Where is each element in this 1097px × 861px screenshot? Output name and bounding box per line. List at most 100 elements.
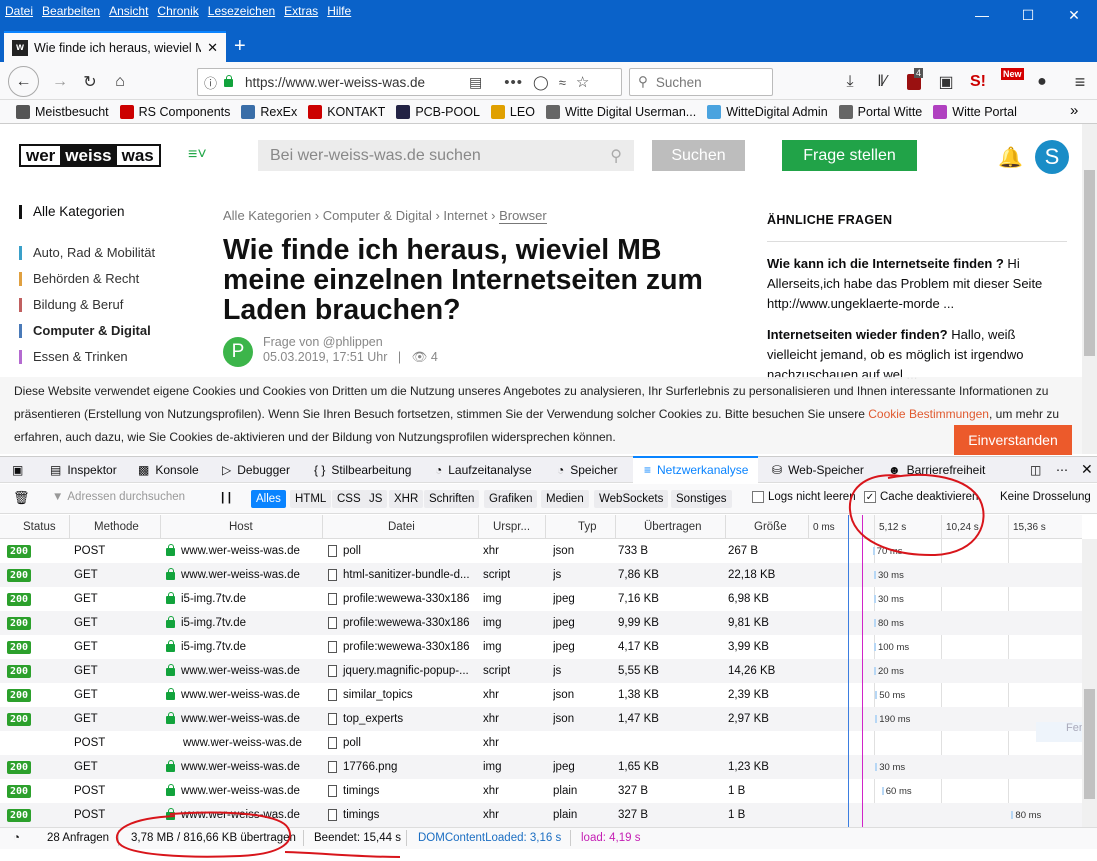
url-text[interactable]: https://www.wer-weiss-was.de: [245, 75, 455, 90]
table-row[interactable]: 200 POST www.wer-weiss-was.de timings xhr pla…: [0, 779, 1082, 803]
disable-cache-checkbox[interactable]: ✓ Cache deaktivieren: [864, 491, 978, 503]
table-row[interactable]: 200 GET www.wer-weiss-was.de top_experts xhr…: [0, 707, 1082, 731]
column-method[interactable]: Methode: [94, 515, 139, 539]
category-all[interactable]: Alle Kategorien: [19, 204, 125, 219]
similar-question[interactable]: Internetseiten wieder finden? Hallo, wei…: [767, 325, 1067, 385]
filter-button[interactable]: Schriften: [424, 490, 480, 508]
browser-tab[interactable]: w Wie finde ich heraus, wieviel M ✕: [4, 31, 226, 62]
page-scrollbar[interactable]: [1082, 124, 1097, 454]
notification-bell-icon[interactable]: 🔔: [998, 145, 1023, 170]
filter-button[interactable]: HTML: [290, 490, 332, 508]
category-item[interactable]: Essen & Trinken: [19, 349, 128, 364]
new-extension-icon[interactable]: New: [1001, 68, 1024, 80]
column-file[interactable]: Datei: [388, 515, 415, 539]
site-menu-icon[interactable]: ≡˅: [188, 146, 207, 164]
site-logo[interactable]: wer weiss was: [19, 144, 161, 167]
url-bar[interactable]: ⓘ https://www.wer-weiss-was.de ▤ ••• ◯ ≈…: [197, 68, 622, 96]
devtools-close-icon[interactable]: ✕: [1081, 456, 1093, 483]
menu-datei[interactable]: Datei: [0, 0, 37, 18]
ublock-icon[interactable]: 4: [900, 68, 928, 96]
user-avatar[interactable]: S: [1035, 140, 1069, 174]
minimize-icon[interactable]: —: [959, 0, 1005, 30]
similar-question-title[interactable]: Wie kann ich die Internetseite finden ?: [767, 256, 1004, 271]
persist-logs-checkbox[interactable]: Logs nicht leeren: [752, 491, 856, 503]
search-field[interactable]: ⚲ Suchen: [629, 68, 773, 96]
info-icon[interactable]: ⓘ: [204, 73, 217, 92]
similar-question[interactable]: Wie kann ich die Internetseite finden ? …: [767, 254, 1067, 314]
menu-bearbeiten[interactable]: Bearbeiten: [37, 0, 104, 18]
table-row[interactable]: 200 GET www.wer-weiss-was.de 17766.png img jp…: [0, 755, 1082, 779]
ask-question-button[interactable]: Frage stellen: [782, 140, 917, 171]
rss-icon[interactable]: ≈: [559, 75, 566, 90]
tab-web-speicher[interactable]: ⛁ Web-Speicher: [772, 456, 864, 483]
new-tab-icon[interactable]: +: [234, 35, 246, 58]
filter-button[interactable]: CSS: [332, 490, 366, 508]
menu-hilfe[interactable]: Hilfe: [322, 0, 355, 18]
bookmark-item[interactable]: Witte Portal: [933, 104, 1017, 119]
table-row[interactable]: 200 POST www.wer-weiss-was.de timings xhr pla…: [0, 803, 1082, 827]
category-item[interactable]: Computer & Digital: [19, 323, 151, 338]
bookmark-star-icon[interactable]: ☆: [576, 73, 589, 91]
tab-barrierefreiheit[interactable]: ☻ Barrierefreiheit: [888, 456, 985, 483]
filter-button[interactable]: Sonstiges: [671, 490, 732, 508]
table-row[interactable]: 200 POST www.wer-weiss-was.de poll xhr json 73…: [0, 539, 1082, 563]
menu-ansicht[interactable]: Ansicht: [104, 0, 152, 18]
menu-extras[interactable]: Extras: [279, 0, 322, 18]
tab-close-icon[interactable]: ✕: [207, 40, 218, 56]
tab-debugger[interactable]: ▷ Debugger: [222, 456, 290, 483]
bookmark-item[interactable]: Portal Witte: [838, 104, 922, 119]
home-icon[interactable]: ⌂: [106, 68, 134, 96]
breadcrumb-item[interactable]: Alle Kategorien: [223, 208, 311, 223]
tab-netzwerkanalyse[interactable]: ≡ Netzwerkanalyse: [644, 456, 748, 483]
filter-button[interactable]: JS: [364, 490, 388, 508]
maximize-icon[interactable]: ☐: [1005, 0, 1051, 30]
container-icon[interactable]: ▣: [932, 68, 960, 96]
globe-icon[interactable]: ●: [1028, 68, 1056, 96]
library-icon[interactable]: ‖⁄: [868, 68, 896, 96]
table-row[interactable]: 200 GET i5-img.7tv.de profile:wewewa-330x18…: [0, 635, 1082, 659]
column-host[interactable]: Host: [229, 515, 253, 539]
bookmark-item[interactable]: PCB-POOL: [396, 104, 480, 119]
site-search-input[interactable]: Bei wer-weiss-was.de suchen ⚲: [258, 140, 634, 171]
filter-button[interactable]: Medien: [541, 490, 589, 508]
bookmark-item[interactable]: WitteDigital Admin: [707, 104, 828, 119]
menu-chronik[interactable]: Chronik: [152, 0, 202, 18]
close-icon[interactable]: ✕: [1051, 0, 1097, 30]
breadcrumb-item[interactable]: Browser: [499, 208, 547, 224]
element-picker-icon[interactable]: ▣: [12, 456, 23, 483]
tab-stilbearbeitung[interactable]: { } Stilbearbeitung: [314, 456, 411, 483]
reader-view-icon[interactable]: ▤: [469, 74, 482, 91]
menu-lesezeichen[interactable]: Lesezeichen: [203, 0, 279, 18]
column-size[interactable]: Größe: [754, 515, 787, 539]
tab-konsole[interactable]: ▩ Konsole: [138, 456, 199, 483]
category-item[interactable]: Bildung & Beruf: [19, 297, 123, 312]
bookmark-item[interactable]: RexEx: [241, 104, 297, 119]
table-row[interactable]: 200 GET i5-img.7tv.de profile:wewewa-330x18…: [0, 587, 1082, 611]
table-row[interactable]: 200 GET www.wer-weiss-was.de jquery.magnifi…: [0, 659, 1082, 683]
column-transferred[interactable]: Übertragen: [644, 515, 702, 539]
cookie-accept-button[interactable]: Einverstanden: [954, 425, 1072, 455]
column-status[interactable]: Status: [23, 515, 56, 539]
checkbox-icon[interactable]: [752, 491, 764, 503]
cookie-policy-link[interactable]: Cookie Bestimmungen: [868, 407, 989, 421]
bookmark-item[interactable]: KONTAKT: [308, 104, 385, 119]
table-row[interactable]: 200 GET www.wer-weiss-was.de similar_topics…: [0, 683, 1082, 707]
author-name[interactable]: Frage von @phlippen: [263, 335, 438, 350]
url-filter-input[interactable]: ▼ Adressen durchsuchen: [52, 491, 202, 503]
table-scrollbar[interactable]: [1082, 539, 1097, 827]
table-row[interactable]: 200 GET www.wer-weiss-was.de html-sanitizer…: [0, 563, 1082, 587]
tab-inspektor[interactable]: ▤ Inspektor: [50, 456, 117, 483]
site-search-button[interactable]: Suchen: [652, 140, 745, 171]
s-extension-icon[interactable]: S!: [964, 68, 992, 96]
breadcrumb-item[interactable]: Internet: [443, 208, 487, 223]
category-item[interactable]: Behörden & Recht: [19, 271, 139, 286]
similar-question-title[interactable]: Internetseiten wieder finden?: [767, 327, 948, 342]
bookmark-item[interactable]: LEO: [490, 104, 535, 119]
checkbox-checked-icon[interactable]: ✓: [864, 491, 876, 503]
bookmark-item[interactable]: RS Components: [119, 104, 230, 119]
filter-button[interactable]: Grafiken: [484, 490, 538, 508]
column-cause[interactable]: Urspr...: [493, 515, 530, 539]
performance-analysis-icon[interactable]: ◔: [13, 827, 20, 849]
table-row[interactable]: 200 GET i5-img.7tv.de profile:wewewa-330x18…: [0, 611, 1082, 635]
pause-icon[interactable]: | |: [221, 490, 231, 504]
